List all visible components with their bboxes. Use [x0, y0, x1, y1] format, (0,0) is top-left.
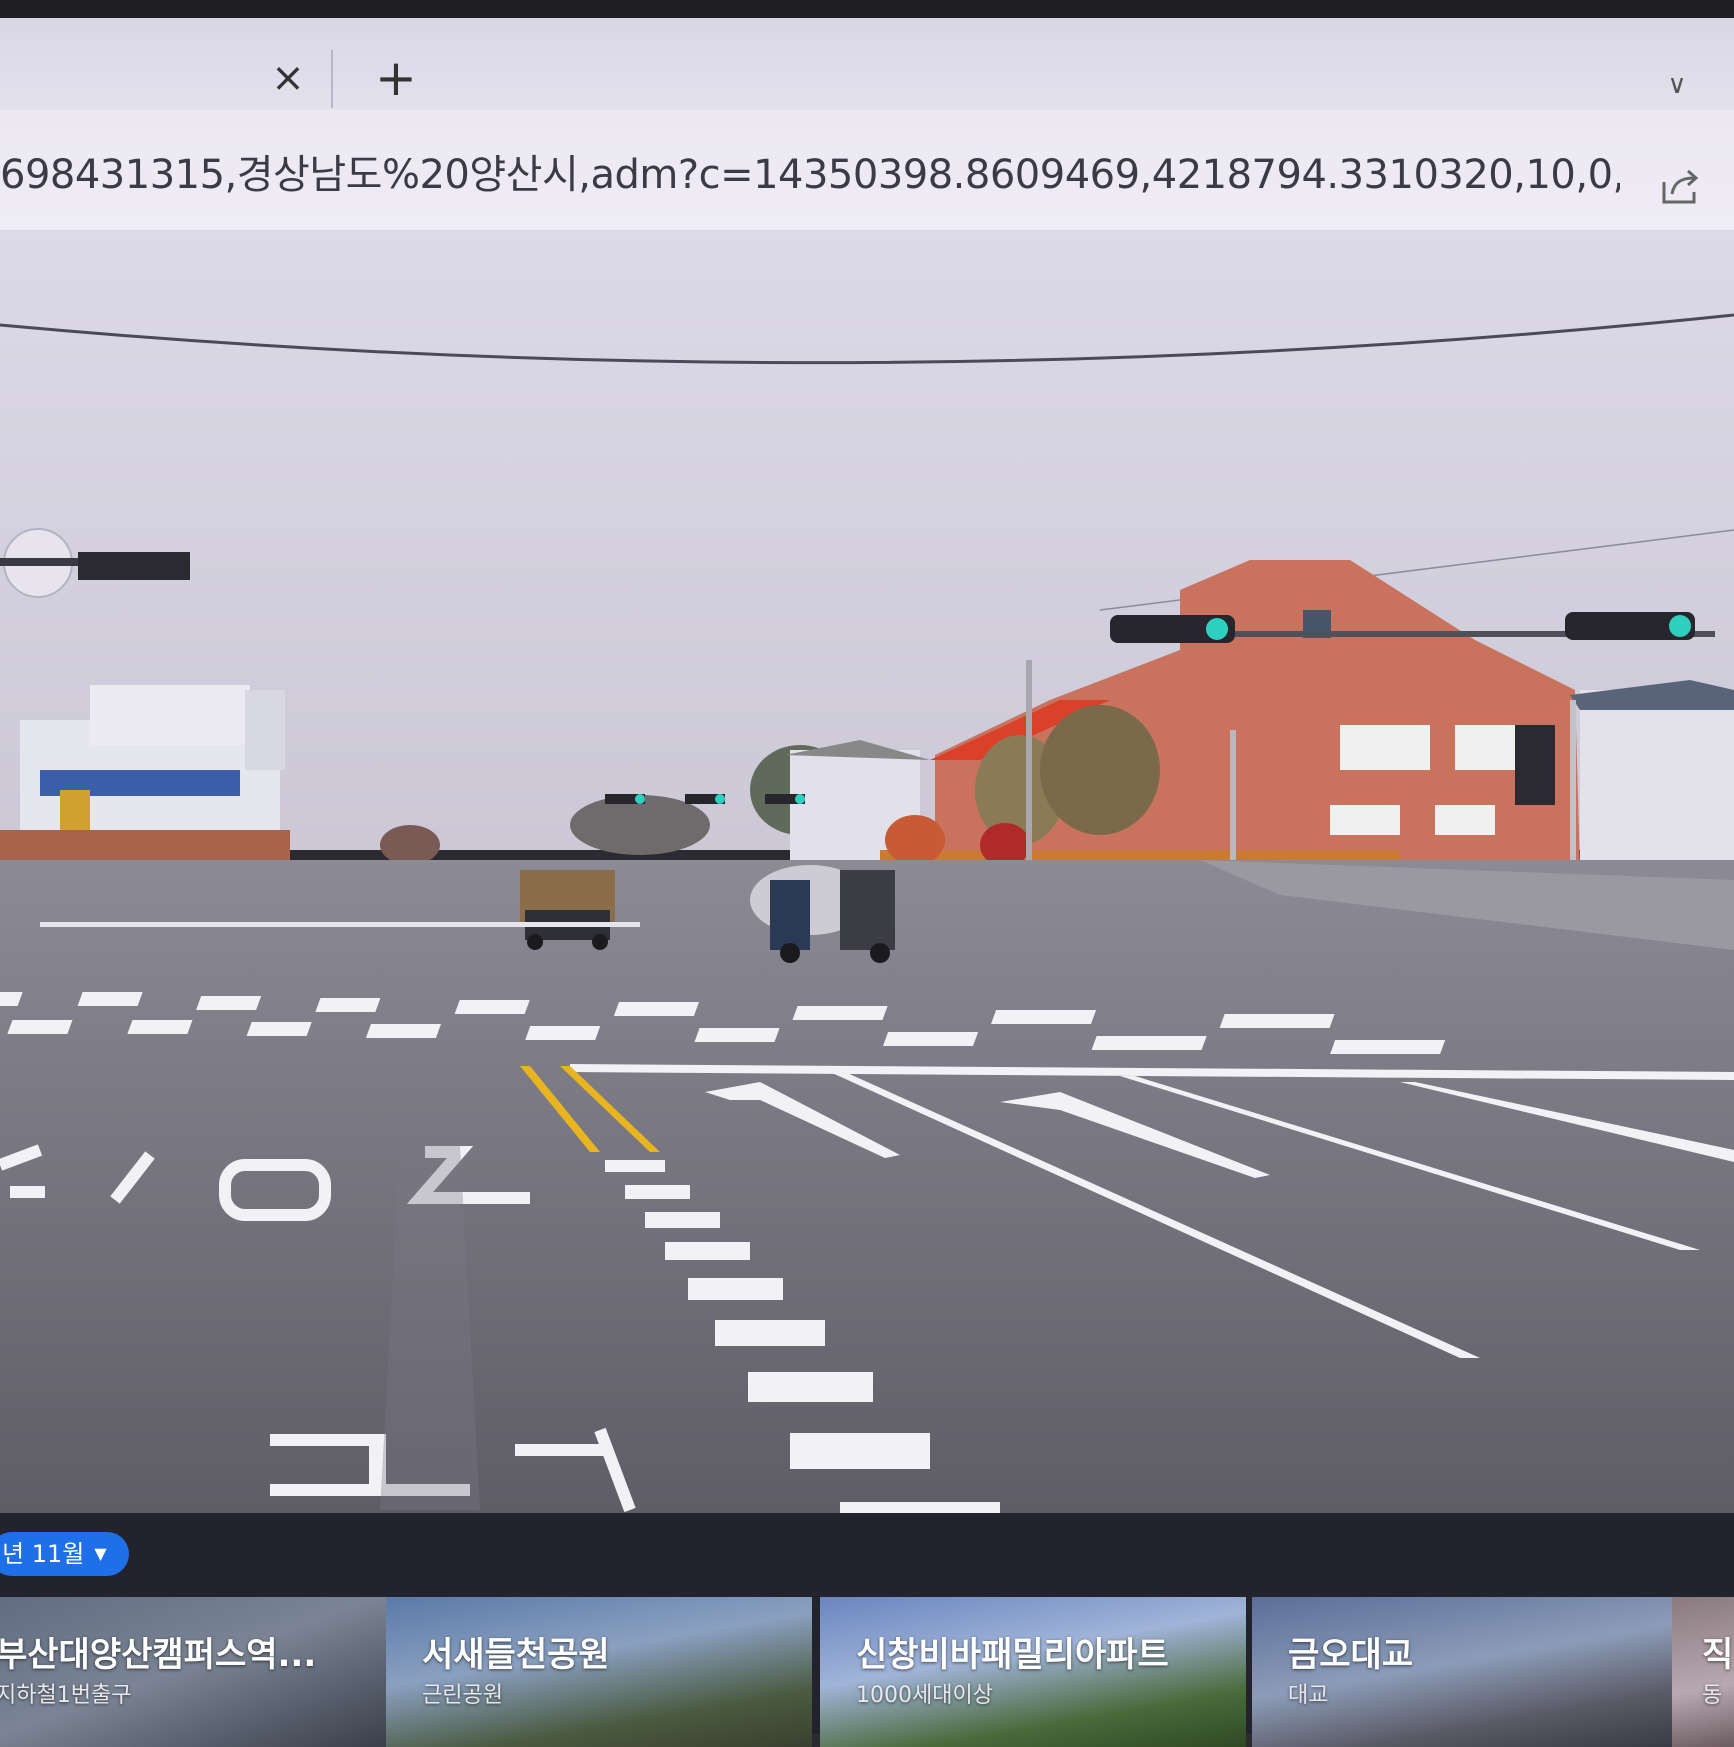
place-card-title: 서새들천공원: [422, 1635, 610, 1675]
place-card-subtitle: 1000세대이상: [856, 1683, 993, 1708]
place-card[interactable]: 신창비바패밀리아파트 1000세대이상: [820, 1597, 1246, 1747]
place-card[interactable]: 직 동: [1672, 1597, 1734, 1747]
place-card-subtitle: 근린공원: [422, 1683, 503, 1708]
place-card-subtitle: 동: [1702, 1683, 1723, 1708]
place-card[interactable]: 부산대양산캠퍼스역... 지하철1번출구: [0, 1597, 386, 1747]
place-card-subtitle: 대교: [1288, 1683, 1329, 1708]
dump-truck: [520, 870, 615, 950]
chevron-down-icon[interactable]: ∨: [1660, 68, 1694, 102]
share-icon[interactable]: [1656, 162, 1704, 210]
place-card-subtitle: 지하철1번출구: [0, 1683, 132, 1708]
traffic-signal-far: [605, 794, 805, 804]
bottom-panel: 년 11월 ▼ 부산대양산캠퍼스역... 지하철1번출구 서새들천공원 근린공원…: [0, 1513, 1734, 1747]
place-card-title: 부산대양산캠퍼스역...: [0, 1635, 317, 1675]
street-view-panorama[interactable]: [0, 230, 1734, 1513]
tab-divider: [331, 50, 333, 108]
close-tab-icon[interactable]: ×: [268, 58, 308, 98]
place-card[interactable]: 금오대교 대교: [1252, 1597, 1678, 1747]
place-card[interactable]: 서새들천공원 근린공원: [386, 1597, 812, 1747]
address-bar[interactable]: 698431315,경상남도%20양산시,adm?c=14350398.8609…: [0, 110, 1734, 230]
date-label: 년 11월: [2, 1540, 85, 1568]
tab-bar: × + ∨: [0, 18, 1734, 110]
url-text[interactable]: 698431315,경상남도%20양산시,adm?c=14350398.8609…: [0, 150, 1620, 200]
place-card-title: 신창비바패밀리아파트: [856, 1635, 1169, 1675]
monitor-bezel: [0, 0, 1734, 18]
place-card-title: 직: [1702, 1635, 1734, 1675]
road-surface: [0, 860, 1734, 1513]
place-card-title: 금오대교: [1288, 1635, 1414, 1675]
far-crosswalk: [40, 922, 640, 927]
new-tab-icon[interactable]: +: [374, 53, 418, 103]
caret-down-icon: ▼: [94, 1544, 107, 1563]
street-scene: [0, 230, 1734, 1513]
date-selector[interactable]: 년 11월 ▼: [0, 1532, 129, 1576]
